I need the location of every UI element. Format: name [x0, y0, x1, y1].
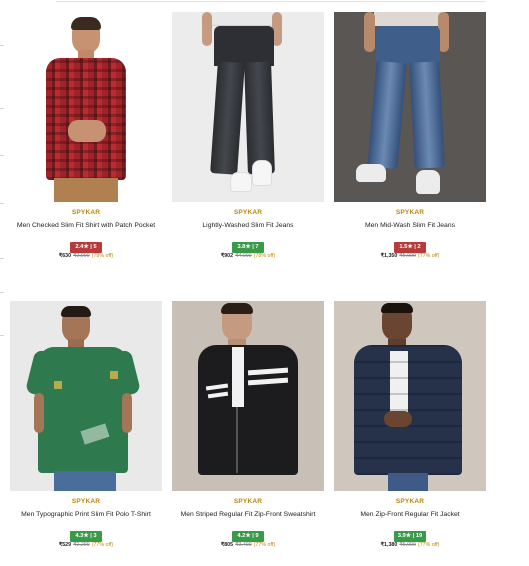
- product-name[interactable]: Men Typographic Print Slim Fit Polo T-Sh…: [10, 510, 162, 519]
- product-name[interactable]: Men Checked Slim Fit Shirt with Patch Po…: [10, 221, 162, 230]
- product-image[interactable]: [10, 12, 162, 202]
- rating-badge: 4.2★ | 9: [232, 531, 264, 542]
- rating-badge: 2.4★ | 5: [70, 242, 102, 253]
- product-brand: SPYKAR: [233, 209, 263, 216]
- product-image[interactable]: [334, 301, 486, 491]
- top-divider: [56, 1, 486, 2]
- product-brand: SPYKAR: [395, 498, 425, 505]
- product-image[interactable]: [172, 12, 324, 202]
- discount-label: (77% off): [417, 542, 440, 548]
- price-row: ₹1,350 ₹5,999 (77% off): [334, 253, 486, 259]
- product-brand: SPYKAR: [71, 209, 101, 216]
- product-card[interactable]: SPYKAR Men Mid-Wash Slim Fit Jeans 1.5★ …: [334, 12, 486, 259]
- discount-label: (77% off): [417, 253, 440, 259]
- product-name[interactable]: Lightly-Washed Slim Fit Jeans: [172, 221, 324, 230]
- sale-price: ₹1,380: [380, 542, 398, 548]
- product-image[interactable]: [334, 12, 486, 202]
- price-row: ₹630 ₹2,999 (79% off): [10, 253, 162, 259]
- original-price: ₹2,999: [73, 253, 90, 259]
- rating-badge: 3.8★ | 7: [232, 242, 264, 253]
- product-image[interactable]: [172, 301, 324, 491]
- rating-badge: 3.9★ | 19: [393, 531, 427, 542]
- sale-price: ₹529: [58, 542, 72, 548]
- rating-badge: 1.5★ | 2: [394, 242, 426, 253]
- left-edge-marks: [0, 0, 4, 566]
- product-card[interactable]: SPYKAR Lightly-Washed Slim Fit Jeans 3.8…: [172, 12, 324, 259]
- sale-price: ₹630: [58, 253, 72, 259]
- product-card[interactable]: SPYKAR Men Typographic Print Slim Fit Po…: [10, 301, 162, 548]
- original-price: ₹2,299: [73, 542, 90, 548]
- sale-price: ₹1,350: [380, 253, 398, 259]
- product-card[interactable]: SPYKAR Men Zip-Front Regular Fit Jacket …: [334, 301, 486, 548]
- product-card[interactable]: SPYKAR Men Checked Slim Fit Shirt with P…: [10, 12, 162, 259]
- product-brand: SPYKAR: [233, 498, 263, 505]
- product-name[interactable]: Men Zip-Front Regular Fit Jacket: [334, 510, 486, 519]
- rating-badge: 4.3★ | 3: [70, 531, 102, 542]
- product-brand: SPYKAR: [395, 209, 425, 216]
- product-card[interactable]: SPYKAR Men Striped Regular Fit Zip-Front…: [172, 301, 324, 548]
- price-row: ₹805 ₹3,499 (77% off): [172, 542, 324, 548]
- sale-price: ₹902: [220, 253, 234, 259]
- discount-label: (77% off): [91, 542, 114, 548]
- original-price: ₹3,499: [235, 542, 252, 548]
- price-row: ₹902 ₹4,099 (78% off): [172, 253, 324, 259]
- discount-label: (77% off): [253, 542, 276, 548]
- discount-label: (78% off): [253, 253, 276, 259]
- product-name[interactable]: Men Striped Regular Fit Zip-Front Sweats…: [172, 510, 324, 519]
- discount-label: (79% off): [91, 253, 114, 259]
- product-name[interactable]: Men Mid-Wash Slim Fit Jeans: [334, 221, 486, 230]
- price-row: ₹529 ₹2,299 (77% off): [10, 542, 162, 548]
- original-price: ₹5,999: [399, 542, 416, 548]
- original-price: ₹4,099: [235, 253, 252, 259]
- product-brand: SPYKAR: [71, 498, 101, 505]
- original-price: ₹5,999: [399, 253, 416, 259]
- product-image[interactable]: [10, 301, 162, 491]
- price-row: ₹1,380 ₹5,999 (77% off): [334, 542, 486, 548]
- sale-price: ₹805: [220, 542, 234, 548]
